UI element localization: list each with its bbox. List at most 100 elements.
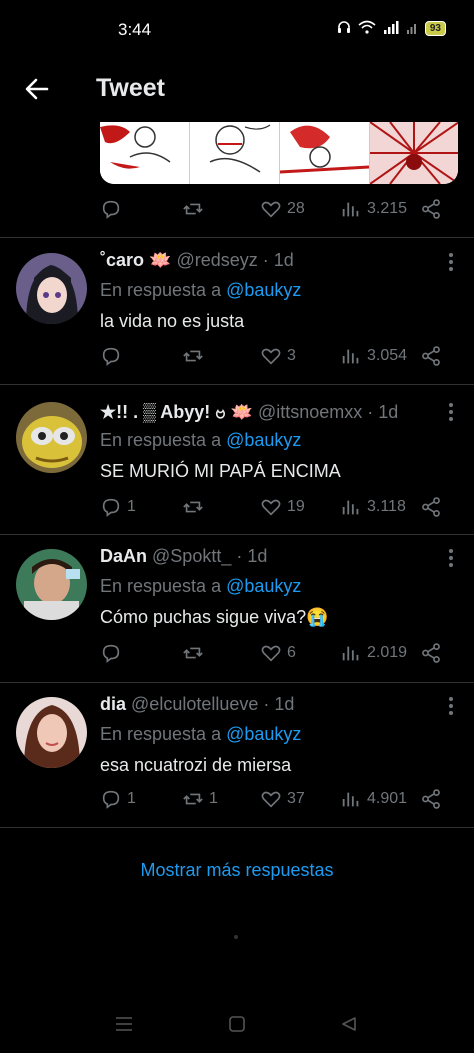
battery-icon: 93	[424, 21, 446, 36]
share-button[interactable]	[420, 788, 442, 810]
view-count: 2.019	[367, 644, 408, 661]
like-count: 19	[287, 498, 305, 515]
signal-2-icon	[406, 20, 418, 37]
show-more-replies-link[interactable]: Mostrar más respuestas	[0, 860, 474, 881]
retweet-button[interactable]: 1	[182, 788, 218, 810]
username[interactable]: @Spoktt_	[152, 546, 231, 566]
username[interactable]: @ittsnoemxx	[258, 402, 362, 422]
page-title: Tweet	[96, 74, 165, 102]
home-icon[interactable]	[228, 1016, 246, 1037]
reply-button[interactable]: 1	[100, 788, 136, 810]
username[interactable]: @elculotellueve	[131, 694, 258, 714]
share-icon	[422, 199, 440, 219]
views-icon	[342, 202, 359, 217]
recent-apps-icon[interactable]	[115, 1016, 133, 1037]
share-button[interactable]	[420, 496, 442, 518]
reply-to-mention[interactable]: @baukyz	[226, 576, 301, 596]
retweet-count: 1	[209, 790, 218, 807]
retweet-icon	[183, 647, 203, 659]
reply-actions: 6 2.019	[100, 642, 450, 668]
top-bar: Tweet	[0, 60, 474, 122]
reply-header: ˚caro 🪷 @redseyz · 1d	[100, 250, 294, 271]
more-options-icon[interactable]	[448, 548, 454, 568]
views-icon	[342, 500, 359, 515]
reply-button[interactable]	[100, 345, 127, 367]
reply-to-mention[interactable]: @baukyz	[226, 280, 301, 300]
views-button[interactable]: 2.019	[340, 642, 407, 664]
reply-item[interactable]: ★!! . ▒ Abyy! ဗ 🪷 @ittsnoemxx · 1d En re…	[0, 400, 474, 534]
retweet-button[interactable]	[182, 198, 209, 220]
avatar[interactable]	[16, 697, 87, 768]
reply-to-label: En respuesta a	[100, 724, 227, 744]
views-icon	[342, 792, 359, 807]
signal-icon	[383, 20, 399, 37]
wifi-icon	[358, 20, 376, 37]
reply-count: 1	[127, 790, 136, 807]
like-button[interactable]: 28	[260, 198, 305, 220]
display-name[interactable]: DaAn	[100, 546, 147, 566]
display-name[interactable]: dia	[100, 694, 126, 714]
like-count: 37	[287, 790, 305, 807]
divider	[0, 237, 474, 238]
retweet-icon	[183, 501, 203, 513]
reply-button[interactable]: 1	[100, 496, 136, 518]
display-name[interactable]: ★!! . ▒ Abyy! ဗ 🪷	[100, 402, 253, 422]
views-button[interactable]: 3.118	[340, 496, 406, 518]
tweet-media[interactable]	[100, 122, 458, 184]
views-icon	[342, 349, 359, 364]
reply-button[interactable]	[100, 642, 127, 664]
share-icon	[422, 346, 440, 366]
share-button[interactable]	[420, 642, 442, 664]
views-button[interactable]: 3.054	[340, 345, 407, 367]
heart-icon	[261, 348, 281, 365]
like-button[interactable]: 3	[260, 345, 296, 367]
reply-item[interactable]: DaAn @Spoktt_ · 1d En respuesta a @bauky…	[0, 546, 474, 680]
timestamp: · 1d	[236, 546, 268, 566]
retweet-button[interactable]	[182, 642, 209, 664]
views-button[interactable]: 3.215	[340, 198, 407, 220]
media-panel	[100, 122, 190, 184]
like-button[interactable]: 19	[260, 496, 305, 518]
reply-item[interactable]: dia @elculotellueve · 1d En respuesta a …	[0, 694, 474, 828]
reply-actions: 3 3.054	[100, 345, 450, 371]
share-button[interactable]	[420, 198, 442, 220]
media-panel	[279, 122, 370, 184]
retweet-button[interactable]	[182, 496, 209, 518]
more-options-icon[interactable]	[448, 696, 454, 716]
timestamp: · 1d	[262, 250, 294, 270]
heart-icon	[261, 645, 281, 662]
reply-button[interactable]	[100, 198, 127, 220]
reply-to-mention[interactable]: @baukyz	[226, 430, 301, 450]
reply-header: dia @elculotellueve · 1d	[100, 694, 294, 715]
retweet-icon	[183, 350, 203, 362]
display-name[interactable]: ˚caro 🪷	[100, 250, 171, 270]
reply-text: Cómo puchas sigue viva?😭	[100, 607, 329, 627]
back-arrow-icon[interactable]	[22, 74, 52, 104]
share-icon	[422, 643, 440, 663]
reply-to-mention[interactable]: @baukyz	[226, 724, 301, 744]
like-count: 6	[287, 644, 296, 661]
avatar[interactable]	[16, 402, 87, 473]
back-icon[interactable]	[340, 1016, 358, 1037]
more-options-icon[interactable]	[448, 402, 454, 422]
divider	[0, 384, 474, 385]
reply-icon	[102, 644, 120, 663]
retweet-button[interactable]	[182, 345, 209, 367]
retweet-icon	[183, 793, 203, 805]
divider	[0, 827, 474, 828]
avatar[interactable]	[16, 549, 87, 620]
reply-icon	[102, 790, 120, 809]
share-button[interactable]	[420, 345, 442, 367]
like-button[interactable]: 37	[260, 788, 305, 810]
more-options-icon[interactable]	[448, 252, 454, 272]
like-button[interactable]: 6	[260, 642, 296, 664]
reply-to-label: En respuesta a	[100, 576, 227, 596]
username[interactable]: @redseyz	[176, 250, 257, 270]
reply-to-line: En respuesta a @baukyz	[100, 724, 301, 745]
divider	[0, 534, 474, 535]
views-button[interactable]: 4.901	[340, 788, 407, 810]
avatar[interactable]	[16, 253, 87, 324]
reply-item[interactable]: ˚caro 🪷 @redseyz · 1d En respuesta a @ba…	[0, 250, 474, 384]
scroll-indicator	[234, 935, 238, 939]
timestamp: · 1d	[367, 402, 399, 422]
